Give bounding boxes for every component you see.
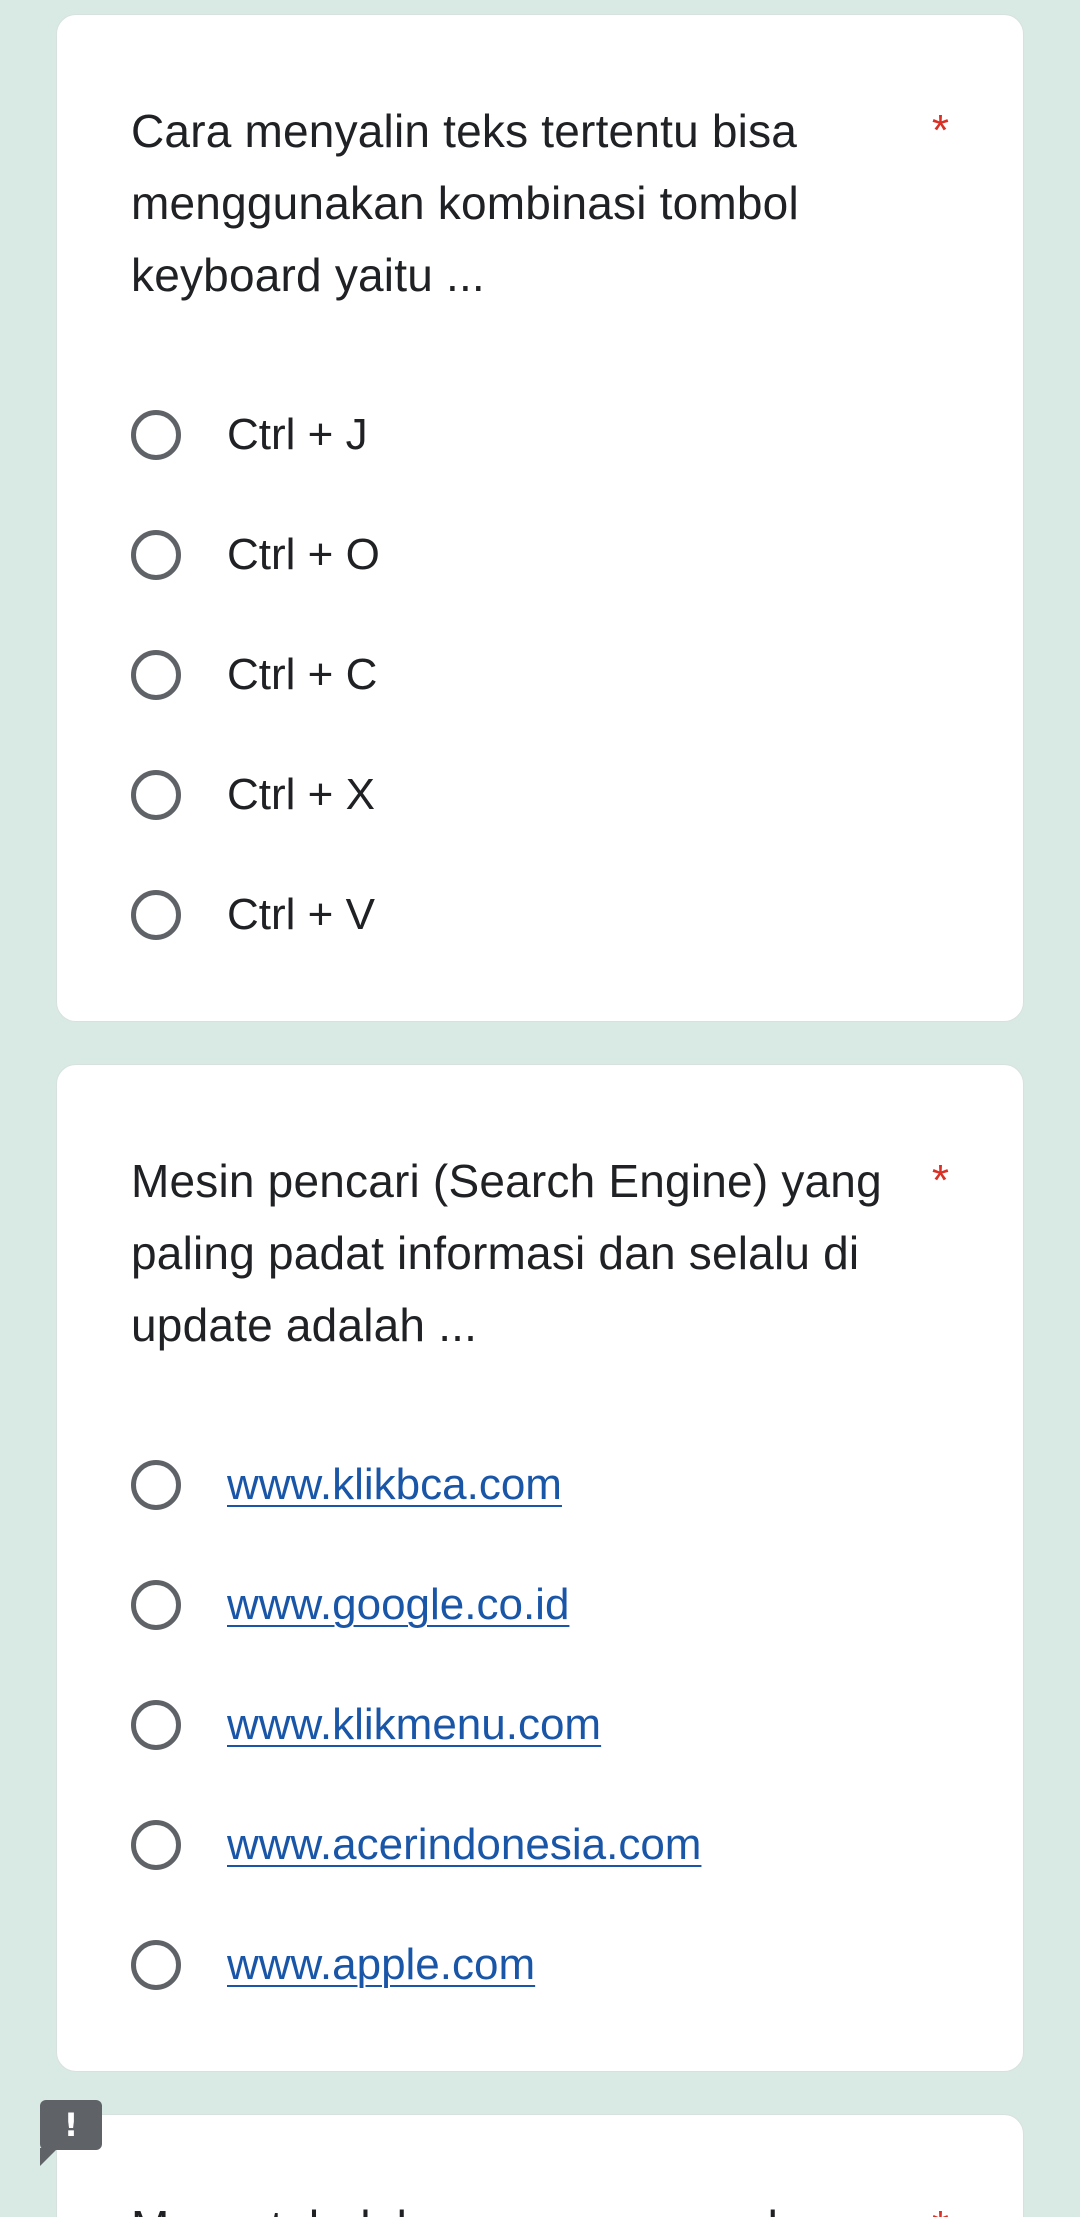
- form-page: Cara menyalin teks tertentu bisa menggun…: [0, 0, 1080, 2217]
- radio-group: Ctrl + J Ctrl + O Ctrl + C Ctrl + X Ctrl…: [131, 375, 951, 975]
- option-link[interactable]: www.acerindonesia.com: [227, 1820, 701, 1870]
- required-asterisk: *: [931, 106, 949, 155]
- option-label: Ctrl + X: [227, 770, 375, 819]
- question-header: Mencetak dokumen menggunakan *: [131, 2191, 951, 2217]
- option-label: Ctrl + J: [227, 410, 368, 459]
- question-card-3: Mencetak dokumen menggunakan *: [56, 2114, 1024, 2217]
- required-asterisk: *: [932, 2191, 949, 2217]
- radio-button[interactable]: [131, 410, 181, 460]
- question-header: Mesin pencari (Search Engine) yang palin…: [131, 1145, 951, 1361]
- radio-button[interactable]: [131, 1700, 181, 1750]
- radio-option[interactable]: www.klikbca.com: [131, 1425, 951, 1545]
- radio-button[interactable]: [131, 1940, 181, 1990]
- radio-option[interactable]: Ctrl + O: [131, 495, 951, 615]
- radio-option[interactable]: Ctrl + X: [131, 735, 951, 855]
- question-title: Mencetak dokumen menggunakan: [131, 2191, 911, 2217]
- required-asterisk: *: [931, 1156, 949, 1205]
- radio-button[interactable]: [131, 770, 181, 820]
- question-card-2: Mesin pencari (Search Engine) yang palin…: [56, 1064, 1024, 2072]
- question-header: Cara menyalin teks tertentu bisa menggun…: [131, 95, 951, 311]
- report-issue-icon: !: [63, 2106, 79, 2144]
- radio-button[interactable]: [131, 1580, 181, 1630]
- radio-button[interactable]: [131, 1820, 181, 1870]
- radio-option[interactable]: www.google.co.id: [131, 1545, 951, 1665]
- question-card-1: Cara menyalin teks tertentu bisa menggun…: [56, 14, 1024, 1022]
- radio-option[interactable]: Ctrl + V: [131, 855, 951, 975]
- option-link[interactable]: www.klikbca.com: [227, 1460, 562, 1510]
- radio-button[interactable]: [131, 650, 181, 700]
- option-link[interactable]: www.google.co.id: [227, 1580, 569, 1630]
- radio-option[interactable]: Ctrl + J: [131, 375, 951, 495]
- option-link[interactable]: www.apple.com: [227, 1940, 535, 1990]
- report-issue-button[interactable]: !: [40, 2100, 102, 2166]
- radio-option[interactable]: www.apple.com: [131, 1905, 951, 2025]
- radio-group: www.klikbca.com www.google.co.id www.kli…: [131, 1425, 951, 2025]
- option-label: Ctrl + C: [227, 650, 378, 699]
- option-link[interactable]: www.klikmenu.com: [227, 1700, 601, 1750]
- radio-option[interactable]: www.acerindonesia.com: [131, 1785, 951, 1905]
- radio-button[interactable]: [131, 530, 181, 580]
- question-title: Cara menyalin teks tertentu bisa menggun…: [131, 105, 799, 301]
- option-label: Ctrl + V: [227, 890, 375, 939]
- radio-button[interactable]: [131, 1460, 181, 1510]
- radio-button[interactable]: [131, 890, 181, 940]
- radio-option[interactable]: Ctrl + C: [131, 615, 951, 735]
- option-label: Ctrl + O: [227, 530, 380, 579]
- radio-option[interactable]: www.klikmenu.com: [131, 1665, 951, 1785]
- question-title: Mesin pencari (Search Engine) yang palin…: [131, 1155, 882, 1351]
